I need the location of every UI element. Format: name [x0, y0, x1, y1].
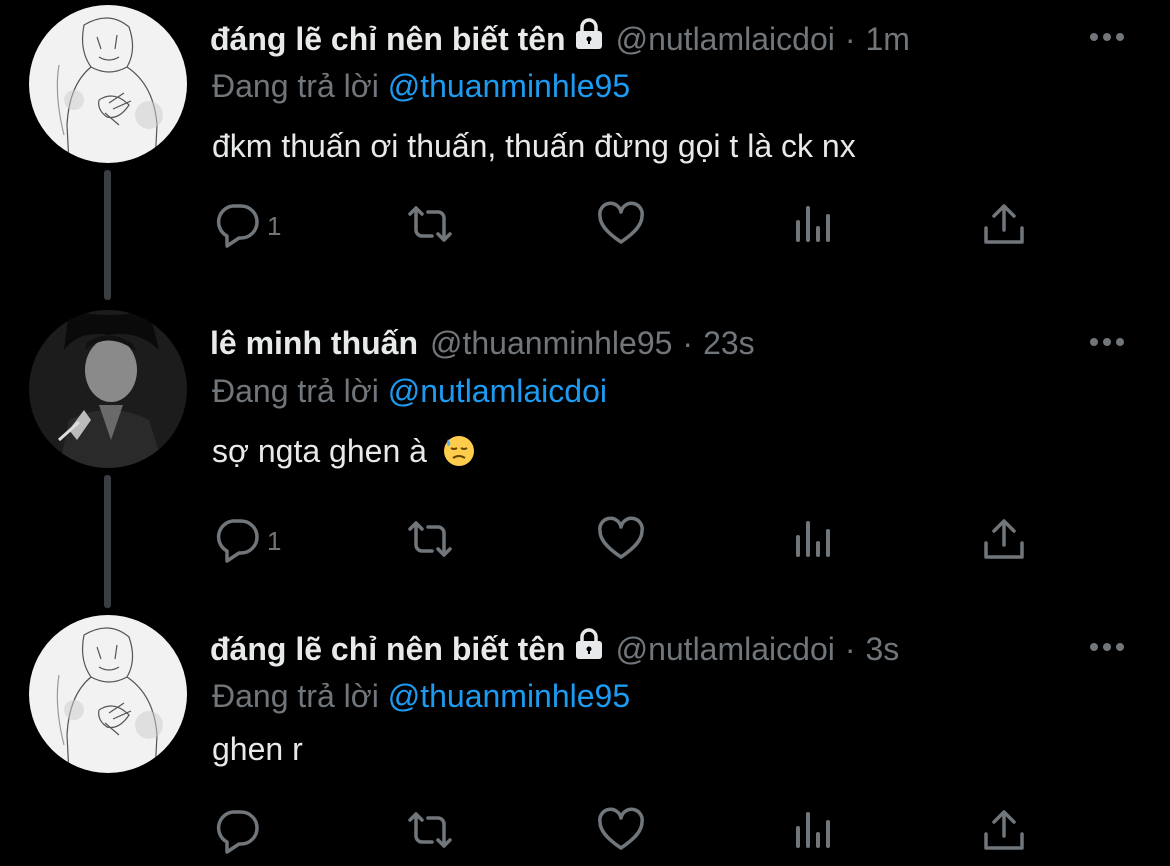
- replying-to: Đang trả lời @nutlamlaicdoi: [212, 371, 607, 411]
- tweet-header: đáng lẽ chỉ nên biết tên @nutlamlaicdoi …: [210, 18, 910, 59]
- like-icon: [596, 200, 646, 253]
- separator: ·: [844, 630, 856, 667]
- avatar[interactable]: [29, 615, 187, 773]
- reply-icon: [213, 806, 261, 859]
- reply-icon: [213, 515, 261, 568]
- reply-button[interactable]: 1: [213, 200, 281, 253]
- share-icon: [980, 515, 1028, 568]
- avatar[interactable]: [29, 5, 187, 163]
- retweet-icon: [402, 806, 458, 859]
- share-icon: [980, 200, 1028, 253]
- reply-icon: [213, 200, 261, 253]
- replying-prefix: Đang trả lời: [212, 373, 379, 409]
- retweet-button[interactable]: [402, 515, 458, 568]
- retweet-button[interactable]: [402, 806, 458, 859]
- replying-prefix: Đang trả lời: [212, 678, 379, 714]
- tweet-actions: 1: [0, 515, 1170, 575]
- tweet-text: ghen r: [212, 731, 303, 767]
- conversation-thread: đáng lẽ chỉ nên biết tên @nutlamlaicdoi …: [0, 0, 1170, 866]
- retweet-icon: [402, 200, 458, 253]
- timestamp[interactable]: 1m: [866, 19, 910, 59]
- retweet-button[interactable]: [402, 200, 458, 253]
- share-icon: [980, 806, 1028, 859]
- more-icon[interactable]: [1088, 332, 1128, 357]
- handle[interactable]: @thuanminhle95: [430, 323, 672, 363]
- replying-prefix: Đang trả lời: [212, 68, 379, 104]
- share-button[interactable]: [980, 200, 1028, 253]
- handle[interactable]: @nutlamlaicdoi: [616, 19, 835, 59]
- downcast-sweat-face-icon: [442, 434, 476, 478]
- replying-to: Đang trả lời @thuanminhle95: [212, 66, 630, 106]
- analytics-icon: [790, 200, 838, 253]
- analytics-button[interactable]: [790, 200, 838, 253]
- timestamp[interactable]: 23s: [703, 323, 755, 363]
- analytics-button[interactable]: [790, 806, 838, 859]
- share-button[interactable]: [980, 806, 1028, 859]
- reply-count: 1: [267, 526, 282, 556]
- tweet-body: sợ ngta ghen à: [212, 430, 476, 478]
- separator: ·: [844, 20, 856, 57]
- avatar[interactable]: [29, 310, 187, 468]
- analytics-icon: [790, 515, 838, 568]
- timestamp[interactable]: 3s: [866, 629, 900, 669]
- more-icon[interactable]: [1088, 27, 1128, 52]
- reply-button[interactable]: [213, 806, 267, 859]
- analytics-button[interactable]: [790, 515, 838, 568]
- tweet-text: sợ ngta ghen à: [212, 433, 427, 469]
- display-name[interactable]: lê minh thuấn: [210, 323, 418, 363]
- reply-count: 1: [267, 211, 282, 241]
- tweet-actions: [0, 806, 1170, 866]
- tweet-header: đáng lẽ chỉ nên biết tên @nutlamlaicdoi …: [210, 628, 899, 669]
- handle[interactable]: @nutlamlaicdoi: [616, 629, 835, 669]
- like-icon: [596, 515, 646, 568]
- mention-link[interactable]: @thuanminhle95: [388, 68, 630, 104]
- like-icon: [596, 806, 646, 859]
- tweet-text: đkm thuấn ơi thuấn, thuấn đừng gọi t là …: [212, 128, 856, 164]
- share-button[interactable]: [980, 515, 1028, 568]
- analytics-icon: [790, 806, 838, 859]
- tweet-actions: 1: [0, 200, 1170, 260]
- display-name[interactable]: đáng lẽ chỉ nên biết tên: [210, 629, 566, 669]
- like-button[interactable]: [596, 806, 646, 859]
- lock-icon: [574, 18, 604, 59]
- display-name[interactable]: đáng lẽ chỉ nên biết tên: [210, 19, 566, 59]
- more-icon[interactable]: [1088, 637, 1128, 662]
- mention-link[interactable]: @nutlamlaicdoi: [388, 373, 607, 409]
- tweet-header: lê minh thuấn @thuanminhle95 · 23s: [210, 323, 755, 363]
- mention-link[interactable]: @thuanminhle95: [388, 678, 630, 714]
- like-button[interactable]: [596, 200, 646, 253]
- like-button[interactable]: [596, 515, 646, 568]
- separator: ·: [682, 325, 694, 361]
- reply-button[interactable]: 1: [213, 515, 281, 568]
- replying-to: Đang trả lời @thuanminhle95: [212, 676, 630, 716]
- lock-icon: [574, 628, 604, 669]
- retweet-icon: [402, 515, 458, 568]
